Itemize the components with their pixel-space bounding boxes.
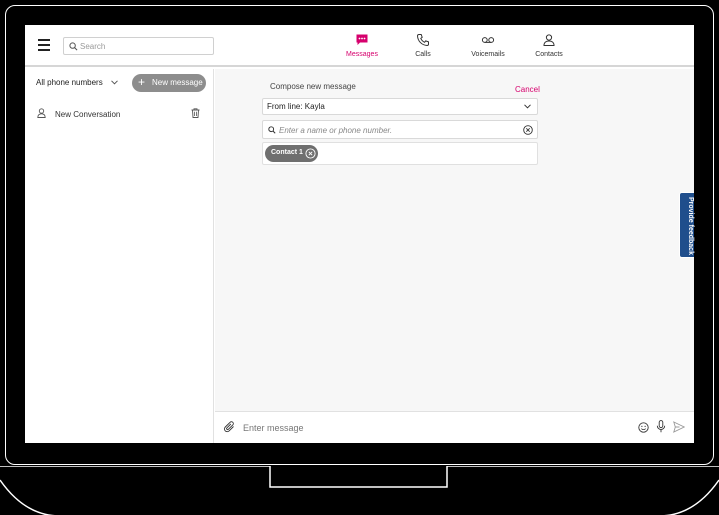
tab-contacts-label: Contacts xyxy=(535,51,563,58)
from-line-value: From line: Kayla xyxy=(267,102,325,111)
provide-feedback-tab[interactable]: Provide feedback xyxy=(679,192,694,258)
message-icon xyxy=(356,34,368,45)
search-icon xyxy=(69,42,78,51)
phone-icon xyxy=(416,34,429,47)
compose-panel: Compose new message Cancel From line: Ka… xyxy=(215,69,694,411)
recipient-chip[interactable]: Contact 1 xyxy=(265,145,318,162)
tab-voicemails-label: Voicemails xyxy=(471,51,505,58)
contacts-icon xyxy=(543,34,555,46)
conversation-item[interactable]: New Conversation xyxy=(25,103,213,125)
tab-messages[interactable]: Messages xyxy=(341,33,383,63)
send-icon[interactable] xyxy=(673,421,685,433)
search-box[interactable] xyxy=(63,37,214,55)
tab-contacts[interactable]: Contacts xyxy=(529,33,569,63)
provide-feedback-label: Provide feedback xyxy=(687,197,694,255)
message-input[interactable] xyxy=(243,421,623,435)
search-icon xyxy=(268,126,276,134)
recipient-input[interactable] xyxy=(279,124,509,136)
recipient-chip-area: Contact 1 xyxy=(262,142,538,165)
clear-circle-icon[interactable] xyxy=(523,125,533,135)
from-line-select[interactable]: From line: Kayla xyxy=(262,98,538,115)
new-message-button[interactable]: + New message xyxy=(132,74,206,92)
search-input[interactable] xyxy=(80,40,210,53)
phone-filter-label: All phone numbers xyxy=(36,78,103,87)
recipient-field[interactable] xyxy=(262,120,538,139)
device-stand-outline xyxy=(0,466,719,515)
remove-chip-icon[interactable] xyxy=(305,148,316,159)
cancel-link[interactable]: Cancel xyxy=(515,85,540,94)
conversation-sidebar: All phone numbers + New message New Conv… xyxy=(25,69,214,443)
trash-icon[interactable] xyxy=(191,108,200,118)
tab-calls[interactable]: Calls xyxy=(408,33,438,63)
chevron-down-icon xyxy=(111,80,118,85)
message-composer xyxy=(215,411,694,443)
compose-title: Compose new message xyxy=(270,82,356,91)
voicemail-icon xyxy=(481,37,495,43)
tab-messages-label: Messages xyxy=(346,51,378,58)
new-message-label: New message xyxy=(152,78,203,87)
tab-voicemails[interactable]: Voicemails xyxy=(467,33,509,63)
chevron-down-icon xyxy=(524,104,531,109)
conversation-label: New Conversation xyxy=(55,110,121,119)
top-bar: Messages Calls Voicemails Contacts xyxy=(25,25,694,67)
hamburger-menu-icon[interactable] xyxy=(38,39,50,51)
paperclip-icon[interactable] xyxy=(224,421,236,433)
microphone-icon[interactable] xyxy=(656,420,666,433)
tab-calls-label: Calls xyxy=(415,51,431,58)
person-icon xyxy=(37,108,46,118)
app-screen: Messages Calls Voicemails Contacts xyxy=(25,25,694,443)
recipient-chip-label: Contact 1 xyxy=(271,149,303,156)
phone-number-filter[interactable]: All phone numbers xyxy=(36,78,118,87)
plus-icon: + xyxy=(138,75,146,89)
emoji-icon[interactable] xyxy=(638,422,649,433)
